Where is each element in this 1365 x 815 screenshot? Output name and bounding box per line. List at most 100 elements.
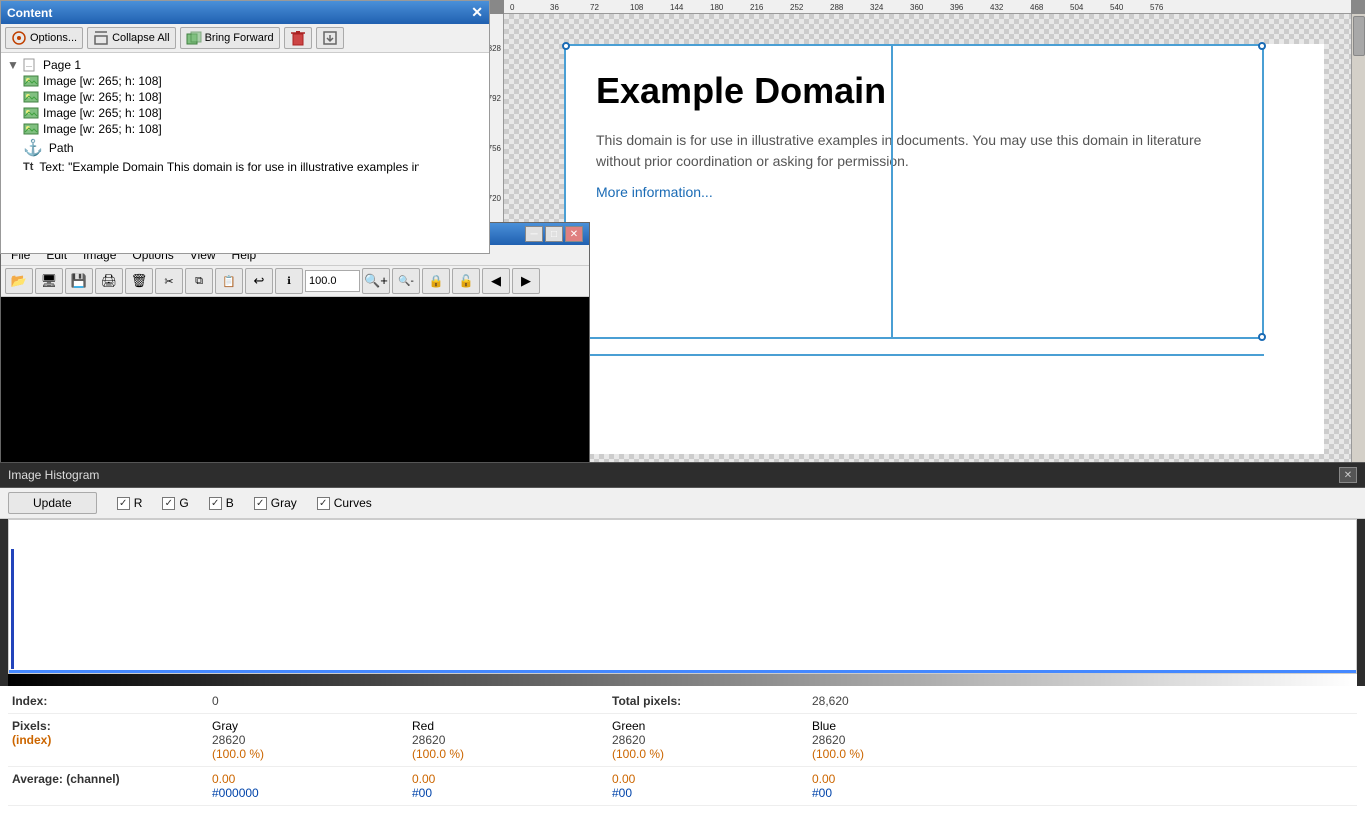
ruler-top-360: 360 (910, 3, 923, 12)
prev-button[interactable]: ◀ (482, 268, 510, 294)
checkbox-g-label[interactable]: ✓ G (162, 496, 188, 510)
checkbox-g[interactable]: ✓ (162, 497, 175, 510)
tree-image-4[interactable]: Image [w: 265; h: 108] (21, 121, 485, 137)
ruler-top-72: 72 (590, 3, 599, 12)
page-icon (23, 58, 39, 72)
undo-button[interactable]: ↩ (245, 268, 273, 294)
checkbox-curves-label[interactable]: ✓ Curves (317, 496, 372, 510)
blue-header: Blue 28620 (100.0 %) (808, 717, 1008, 763)
tree-image-2[interactable]: Image [w: 265; h: 108] (21, 89, 485, 105)
minimize-button[interactable]: ─ (525, 226, 543, 242)
avg-gray: 0.00 #000000 (208, 770, 408, 802)
close-button[interactable]: ✕ (565, 226, 583, 242)
ruler-top-324: 324 (870, 3, 883, 12)
histogram-gradient-bar (8, 674, 1357, 686)
next-button[interactable]: ▶ (512, 268, 540, 294)
image-4-label: Image [w: 265; h: 108] (43, 122, 162, 136)
lock-button[interactable]: 🔒 (422, 268, 450, 294)
content-titlebar: Content ✕ (1, 1, 489, 24)
unlock-button[interactable]: 🔓 (452, 268, 480, 294)
cut-button[interactable]: ✂ (155, 268, 183, 294)
handle-br[interactable] (1258, 333, 1266, 341)
update-button[interactable]: Update (8, 492, 97, 514)
tree-text[interactable]: Tt Text: "Example Domain This domain is … (21, 159, 485, 175)
histogram-panel: Image Histogram ✕ Update ✓ R ✓ G ✓ B ✓ G… (0, 462, 1365, 812)
histogram-data: Index: 0 Total pixels: 28,620 Pixels: (i… (0, 686, 1365, 815)
image-3-label: Image [w: 265; h: 108] (43, 106, 162, 120)
ruler-top: 0 36 72 108 144 180 216 252 288 324 360 … (504, 0, 1351, 14)
histogram-row-averages: Average: (channel) 0.00 #000000 0.00 #00… (8, 770, 1357, 806)
tree-page1[interactable]: ▼ Page 1 (5, 57, 485, 73)
content-close-btn[interactable]: ✕ (471, 4, 483, 21)
handle-tl[interactable] (562, 42, 570, 50)
ruler-top-216: 216 (750, 3, 763, 12)
vertical-divider (891, 46, 893, 337)
pixels-label: Pixels: (index) (8, 717, 208, 763)
ruler-top-432: 432 (990, 3, 1003, 12)
histogram-row-index: Index: 0 Total pixels: 28,620 (8, 692, 1357, 714)
ruler-left-792: 792 (490, 94, 501, 103)
delete-button[interactable] (284, 27, 312, 49)
path-icon: ⚓ (23, 138, 43, 158)
ruler-top-468: 468 (1030, 3, 1043, 12)
export-button[interactable] (316, 27, 344, 49)
ruler-top-252: 252 (790, 3, 803, 12)
collapse-all-button[interactable]: Collapse All (87, 27, 175, 49)
content-panel: Content ✕ Options... Collapse All Bring … (0, 0, 490, 254)
checkbox-curves[interactable]: ✓ (317, 497, 330, 510)
horizontal-divider (564, 354, 1264, 356)
tree-image-1[interactable]: Image [w: 265; h: 108] (21, 73, 485, 89)
copy-button[interactable]: ⧉ (185, 268, 213, 294)
ruler-top-540: 540 (1110, 3, 1123, 12)
info-button[interactable]: ℹ (275, 268, 303, 294)
checkbox-gray[interactable]: ✓ (254, 497, 267, 510)
maximize-button[interactable]: □ (545, 226, 563, 242)
open-file-button[interactable]: 📂 (5, 268, 33, 294)
avg-blue: 0.00 #00 (808, 770, 1008, 802)
avg-green: 0.00 #00 (608, 770, 808, 802)
avg-red: 0.00 #00 (408, 770, 608, 802)
red-header: Red 28620 (100.0 %) (408, 717, 608, 763)
trash-button[interactable]: 🗑 (125, 268, 153, 294)
tree-image-3[interactable]: Image [w: 265; h: 108] (21, 105, 485, 121)
index-val: 0 (208, 692, 408, 710)
save-button[interactable]: 💾 (65, 268, 93, 294)
histogram-bar (11, 549, 14, 669)
tree-path[interactable]: ⚓ Path (21, 137, 485, 159)
tree-children: Image [w: 265; h: 108] Image [w: 265; h:… (21, 73, 485, 175)
print-button[interactable]: 🖨 (95, 268, 123, 294)
ruler-top-144: 144 (670, 3, 683, 12)
tree-expand-icon[interactable]: ▼ (7, 58, 19, 72)
bring-forward-icon (186, 30, 202, 46)
text-label: Text: "Example Domain This domain is for… (39, 160, 419, 174)
handle-tr[interactable] (1258, 42, 1266, 50)
checkbox-b-label[interactable]: ✓ B (209, 496, 234, 510)
bring-forward-button[interactable]: Bring Forward (180, 27, 280, 49)
checkbox-gray-label[interactable]: ✓ Gray (254, 496, 297, 510)
webpage-more-link[interactable]: More information... (596, 184, 713, 200)
webpage-description: This domain is for use in illustrative e… (596, 130, 1232, 172)
image-icon-1 (23, 74, 39, 88)
content-tree: ▼ Page 1 Image [w: 265; h: 108] Image [w… (1, 53, 489, 253)
zoom-out-button[interactable]: 🔍- (392, 268, 420, 294)
image-icon-3 (23, 106, 39, 120)
zoom-in-button[interactable]: 🔍+ (362, 268, 390, 294)
collapse-all-label: Collapse All (112, 32, 169, 44)
ruler-top-396: 396 (950, 3, 963, 12)
ruler-top-576: 576 (1150, 3, 1163, 12)
options-button[interactable]: Options... (5, 27, 83, 49)
zoom-input[interactable] (305, 270, 360, 292)
content-toolbar: Options... Collapse All Bring Forward (1, 24, 489, 53)
checkbox-r[interactable]: ✓ (117, 497, 130, 510)
monitor-button[interactable]: 🖥 (35, 268, 63, 294)
checkbox-r-label[interactable]: ✓ R (117, 496, 143, 510)
image-2-label: Image [w: 265; h: 108] (43, 90, 162, 104)
paste-button[interactable]: 📋 (215, 268, 243, 294)
histogram-close-button[interactable]: ✕ (1339, 467, 1357, 483)
ruler-top-288: 288 (830, 3, 843, 12)
export-icon (322, 30, 338, 46)
webpage-box: Example Domain This domain is for use in… (564, 44, 1264, 339)
checkbox-b[interactable]: ✓ (209, 497, 222, 510)
green-header: Green 28620 (100.0 %) (608, 717, 808, 763)
path-label: Path (49, 141, 74, 155)
